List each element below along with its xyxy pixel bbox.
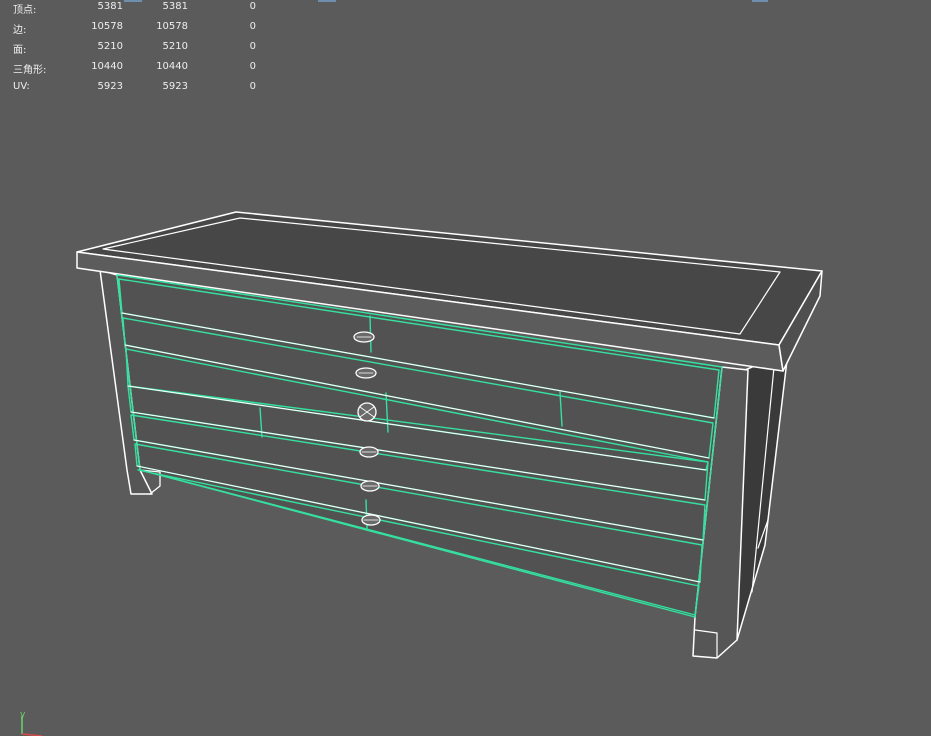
y-axis-label: y [20,710,26,720]
cabinet-model[interactable] [0,0,931,736]
3d-viewport[interactable]: 顶点: 5381 5381 0 边: 10578 10578 0 面: 5210… [0,0,931,736]
axis-gizmo: y [20,710,43,736]
